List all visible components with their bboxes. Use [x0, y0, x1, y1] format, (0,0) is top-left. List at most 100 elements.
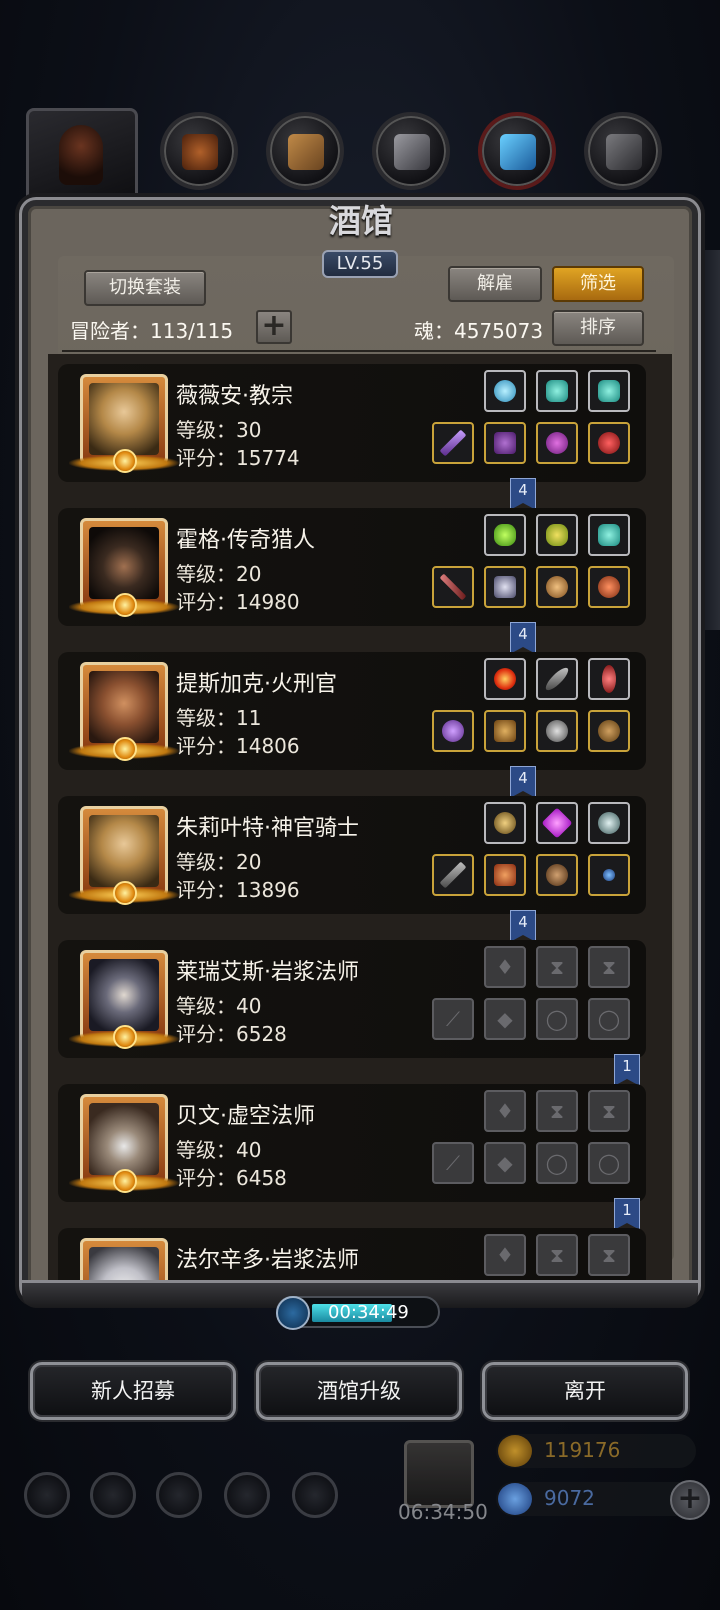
hourglass-icon[interactable]: ⧗	[536, 946, 578, 988]
helmet-icon[interactable]	[536, 422, 578, 464]
armor-slot-icon[interactable]: ◆	[484, 998, 526, 1040]
weapon-icon[interactable]	[432, 854, 474, 896]
tower-icon[interactable]	[156, 1472, 202, 1518]
armor-icon[interactable]	[484, 710, 526, 752]
fire-rune-icon[interactable]	[484, 658, 526, 700]
recruit-button[interactable]: 新人招募	[30, 1362, 236, 1420]
helmet-icon[interactable]	[536, 566, 578, 608]
gem-slot-icon[interactable]	[484, 370, 526, 412]
hero-card[interactable]: 薇薇安·教宗 等级：30 评分：15774	[58, 364, 646, 482]
ring-icon[interactable]: ◯	[588, 998, 630, 1040]
hero-portrait	[69, 518, 179, 617]
gem-slot-icon[interactable]	[536, 370, 578, 412]
hero-level: 等级：30	[176, 418, 262, 442]
feather-icon[interactable]	[536, 658, 578, 700]
gem-slot-icon[interactable]	[484, 514, 526, 556]
switch-outfit-button[interactable]: 切换套装	[84, 270, 206, 306]
hero-card[interactable]: 贝文·虚空法师 等级：40 评分：6458 ♦ ⧗ ⧗ ⟋ ◆ ◯ ◯	[58, 1084, 646, 1202]
gem-slot-icon[interactable]	[536, 514, 578, 556]
crystal-resource-icon[interactable]	[478, 112, 556, 190]
gem-slot-icon[interactable]	[588, 370, 630, 412]
hero-portrait	[69, 1094, 179, 1193]
soul-count: 魂：4575073	[414, 319, 544, 343]
gem-slot-icon[interactable]	[536, 802, 578, 844]
gold-counter: 119176	[496, 1434, 696, 1468]
hero-score: 评分：6528	[176, 1022, 287, 1046]
amulet-icon[interactable]	[588, 566, 630, 608]
enhance-ribbon: 4	[510, 622, 536, 654]
player-avatar[interactable]	[26, 108, 138, 208]
ring-icon[interactable]: ◯	[536, 1142, 578, 1184]
map-icon[interactable]	[292, 1472, 338, 1518]
enhance-ribbon: 4	[510, 910, 536, 942]
hero-score: 评分：14806	[176, 734, 300, 758]
hourglass-icon[interactable]: ⧗	[588, 946, 630, 988]
hero-card[interactable]: 霍格·传奇猎人 等级：20 评分：14980	[58, 508, 646, 626]
hero-name: 提斯加克·火刑官	[176, 672, 337, 697]
ring-icon[interactable]: ◯	[588, 1142, 630, 1184]
sort-button[interactable]: 排序	[552, 310, 644, 346]
hero-portrait	[69, 806, 179, 905]
guild-icon[interactable]	[90, 1472, 136, 1518]
weapon-icon[interactable]	[432, 566, 474, 608]
gift-box-icon[interactable]	[404, 1440, 474, 1508]
enhance-ribbon: 4	[510, 478, 536, 510]
hero-level: 等级：20	[176, 850, 262, 874]
amulet-icon[interactable]	[588, 710, 630, 752]
hero-card[interactable]: 法尔辛多·岩浆法师 ♦ ⧗ ⧗	[58, 1228, 646, 1280]
staff-icon[interactable]: ⟋	[432, 998, 474, 1040]
hero-card[interactable]: 提斯加克·火刑官 等级：11 评分：14806	[58, 652, 646, 770]
weapon-icon[interactable]	[432, 422, 474, 464]
hero-portrait	[69, 374, 179, 473]
armor-icon[interactable]	[484, 854, 526, 896]
wood-resource-icon[interactable]	[266, 112, 344, 190]
armor-icon[interactable]	[484, 566, 526, 608]
enhance-ribbon: 1	[614, 1198, 640, 1230]
hourglass-icon[interactable]: ⧗	[588, 1234, 630, 1276]
staff-icon[interactable]: ⟋	[432, 1142, 474, 1184]
hourglass-icon[interactable]: ⧗	[536, 1090, 578, 1132]
leave-button[interactable]: 离开	[482, 1362, 688, 1420]
armor-icon[interactable]	[484, 422, 526, 464]
filter-button[interactable]: 筛选	[552, 266, 644, 302]
shield-rune-icon[interactable]	[484, 802, 526, 844]
empty-rune-slot-icon[interactable]: ♦	[484, 1090, 526, 1132]
helmet-icon[interactable]	[536, 710, 578, 752]
helmet-icon[interactable]	[536, 854, 578, 896]
gem-counter: 9072	[496, 1482, 696, 1516]
empty-rune-slot-icon[interactable]: ♦	[484, 946, 526, 988]
gem-slot-icon[interactable]	[588, 514, 630, 556]
claw-icon[interactable]	[588, 658, 630, 700]
stone-resource-icon[interactable]	[584, 112, 662, 190]
add-currency-button[interactable]: +	[670, 1480, 710, 1520]
iron-resource-icon[interactable]	[372, 112, 450, 190]
timer-text: 00:34:49	[328, 1302, 409, 1323]
leather-resource-icon[interactable]	[160, 112, 238, 190]
clock-icon	[276, 1296, 310, 1330]
hero-card[interactable]: 朱莉叶特·神官骑士 等级：20 评分：13896	[58, 796, 646, 914]
hero-card[interactable]: 莱瑞艾斯·岩浆法师 等级：40 评分：6528 ♦ ⧗ ⧗ ⟋ ◆ ◯ ◯	[58, 940, 646, 1058]
hero-score: 评分：13896	[176, 878, 300, 902]
hero-level: 等级：40	[176, 1138, 262, 1162]
hero-level: 等级：11	[176, 706, 262, 730]
rune-icon[interactable]	[588, 802, 630, 844]
enhance-ribbon: 4	[510, 766, 536, 798]
hero-name: 法尔辛多·岩浆法师	[176, 1248, 359, 1273]
hero-score: 评分：15774	[176, 446, 300, 470]
settings-icon[interactable]	[24, 1472, 70, 1518]
armor-slot-icon[interactable]: ◆	[484, 1142, 526, 1184]
weapon-icon[interactable]	[432, 710, 474, 752]
add-adventurer-slot-button[interactable]: +	[256, 310, 292, 344]
hourglass-icon[interactable]: ⧗	[536, 1234, 578, 1276]
amulet-icon[interactable]	[588, 854, 630, 896]
dialog-title: 酒馆	[328, 202, 393, 240]
amulet-icon[interactable]	[588, 422, 630, 464]
dismiss-button[interactable]: 解雇	[448, 266, 542, 302]
hourglass-icon[interactable]: ⧗	[588, 1090, 630, 1132]
mail-icon[interactable]	[224, 1472, 270, 1518]
tavern-upgrade-button[interactable]: 酒馆升级	[256, 1362, 462, 1420]
hero-list[interactable]: 薇薇安·教宗 等级：30 评分：15774 4 霍格·传奇猎人 等级：20 评分…	[48, 354, 672, 1280]
empty-rune-slot-icon[interactable]: ♦	[484, 1234, 526, 1276]
ring-icon[interactable]: ◯	[536, 998, 578, 1040]
tavern-level-badge: LV.55	[322, 250, 398, 278]
